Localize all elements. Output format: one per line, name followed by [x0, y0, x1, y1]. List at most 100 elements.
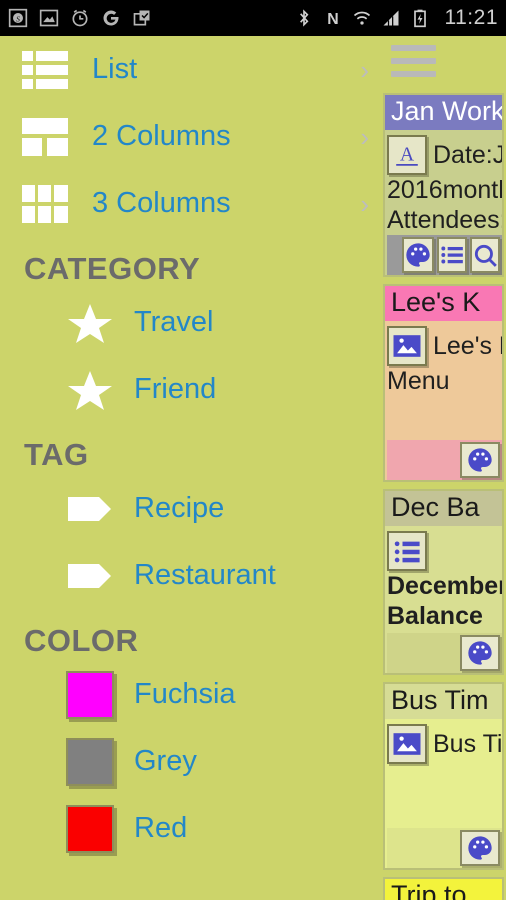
drawer-item-travel[interactable]: Travel: [0, 289, 379, 356]
status-right-icons: N 11:21: [294, 6, 499, 30]
note-card-body: Bus Tim: [385, 719, 502, 868]
drawer-item-recipe-label: Recipe: [134, 492, 225, 524]
note-card-toolbar: [387, 235, 502, 275]
checklist-button[interactable]: [437, 237, 467, 273]
drawer-item-restaurant-label: Restaurant: [134, 559, 276, 591]
chevron-right-icon: ›: [360, 121, 369, 152]
note-card-body: ADate:Jan 2016month Attendees:: [385, 130, 502, 275]
text-note-icon: A: [387, 135, 427, 175]
palette-button[interactable]: [460, 442, 500, 478]
clipboard-check-icon: [133, 10, 150, 26]
note-card-line: ADate:Jan: [387, 135, 502, 175]
section-heading-color: COLOR: [24, 623, 139, 658]
image-note-icon: [387, 724, 427, 764]
drawer-item-restaurant[interactable]: Restaurant: [0, 542, 379, 609]
drawer-item-travel-label: Travel: [134, 306, 214, 338]
note-card-title: Trip to: [385, 879, 502, 900]
status-left-icons: S: [8, 8, 152, 28]
drawer-item-2-columns-label: 2 Columns: [92, 120, 231, 152]
note-card-line: 2016month: [387, 176, 504, 204]
hamburger-menu-button[interactable]: [379, 36, 506, 93]
note-card[interactable]: Dec Ba December Balance: [383, 489, 504, 675]
status-bar: S N 11:21: [0, 0, 506, 36]
note-list-panel: Jan Work ADate:Jan 2016month Attendees:: [379, 36, 506, 900]
palette-icon: [468, 836, 492, 860]
color-swatch-icon: [66, 670, 114, 719]
bluetooth-icon: [299, 9, 308, 27]
wifi-icon: [353, 11, 370, 25]
star-icon: [68, 303, 112, 343]
note-card[interactable]: Jan Work ADate:Jan 2016month Attendees:: [383, 93, 504, 277]
star-icon: [68, 370, 112, 410]
checklist-note-icon: [387, 531, 427, 571]
drawer-item-friend-label: Friend: [134, 373, 217, 405]
alarm-icon: [72, 9, 88, 27]
drawer-item-list[interactable]: List ›: [0, 36, 379, 103]
note-card-icon-row: [387, 531, 502, 571]
palette-button[interactable]: [460, 830, 500, 866]
list-view-icon: [22, 50, 68, 89]
note-card[interactable]: Lee's K Lee's Kit Menu: [383, 284, 504, 482]
skype-icon: S: [8, 8, 28, 28]
photo-icon: [39, 9, 59, 27]
note-card-toolbar: [387, 828, 502, 868]
drawer-item-red-label: Red: [134, 812, 188, 844]
note-card-body: Lee's Kit Menu: [385, 321, 502, 480]
note-card-toolbar: [387, 440, 502, 480]
note-card-toolbar: [387, 633, 502, 673]
note-card-line: Balance: [387, 602, 483, 630]
palette-icon: [468, 641, 492, 665]
nfc-icon: N: [327, 11, 338, 28]
signal-icon: [383, 10, 398, 26]
hamburger-menu-icon: [391, 45, 436, 84]
palette-icon: [406, 243, 430, 267]
note-card-spacer: [390, 237, 399, 273]
palette-icon: [468, 448, 492, 472]
section-heading-category: CATEGORY: [24, 251, 201, 286]
two-column-view-icon: [22, 117, 68, 156]
search-button[interactable]: [470, 237, 500, 273]
drawer-item-fuchsia-label: Fuchsia: [134, 678, 236, 710]
note-card-line: Attendees:: [387, 206, 504, 234]
note-card-title: Dec Ba: [385, 491, 502, 526]
drawer-item-red[interactable]: Red: [0, 795, 379, 862]
note-card-title: Bus Tim: [385, 684, 502, 719]
app-body: List › 2 Columns › 3 Columns › CATEGORY …: [0, 36, 506, 900]
search-icon: [474, 244, 497, 267]
drawer-item-3-columns[interactable]: 3 Columns ›: [0, 170, 379, 237]
note-card-line: Bus Tim: [387, 724, 502, 764]
svg-text:A: A: [400, 143, 415, 165]
note-card-line: Menu: [387, 367, 450, 395]
palette-button[interactable]: [402, 237, 434, 273]
svg-text:N: N: [327, 11, 338, 28]
list-icon: [441, 246, 463, 264]
drawer-item-fuchsia[interactable]: Fuchsia: [0, 661, 379, 728]
drawer-item-2-columns[interactable]: 2 Columns ›: [0, 103, 379, 170]
drawer-item-friend[interactable]: Friend: [0, 356, 379, 423]
chevron-right-icon: ›: [360, 188, 369, 219]
color-swatch-icon: [66, 737, 114, 786]
navigation-drawer: List › 2 Columns › 3 Columns › CATEGORY …: [0, 36, 379, 900]
note-card-line: Lee's Kit: [387, 326, 502, 366]
battery-charging-icon: [413, 9, 426, 28]
drawer-item-grey-label: Grey: [134, 745, 197, 777]
drawer-item-list-label: List: [92, 53, 138, 85]
image-note-icon: [387, 326, 427, 366]
drawer-item-grey[interactable]: Grey: [0, 728, 379, 795]
chevron-right-icon: ›: [360, 54, 369, 85]
drawer-item-recipe[interactable]: Recipe: [0, 475, 379, 542]
tag-icon: [68, 563, 111, 588]
note-card[interactable]: Bus Tim Bus Tim: [383, 682, 504, 870]
section-heading-tag: TAG: [24, 437, 89, 472]
note-card-line: December: [387, 572, 504, 600]
google-icon: [103, 10, 119, 26]
color-swatch-icon: [66, 804, 114, 853]
note-card-title: Jan Work: [385, 95, 502, 130]
palette-button[interactable]: [460, 635, 500, 671]
note-card[interactable]: Trip to AJune 16 23, 2015, w Amy and Da: [383, 877, 504, 900]
note-card-title: Lee's K: [385, 286, 502, 321]
note-card-body: December Balance: [385, 526, 502, 673]
drawer-item-3-columns-label: 3 Columns: [92, 187, 231, 219]
status-clock: 11:21: [444, 6, 498, 29]
svg-text:S: S: [16, 14, 20, 23]
